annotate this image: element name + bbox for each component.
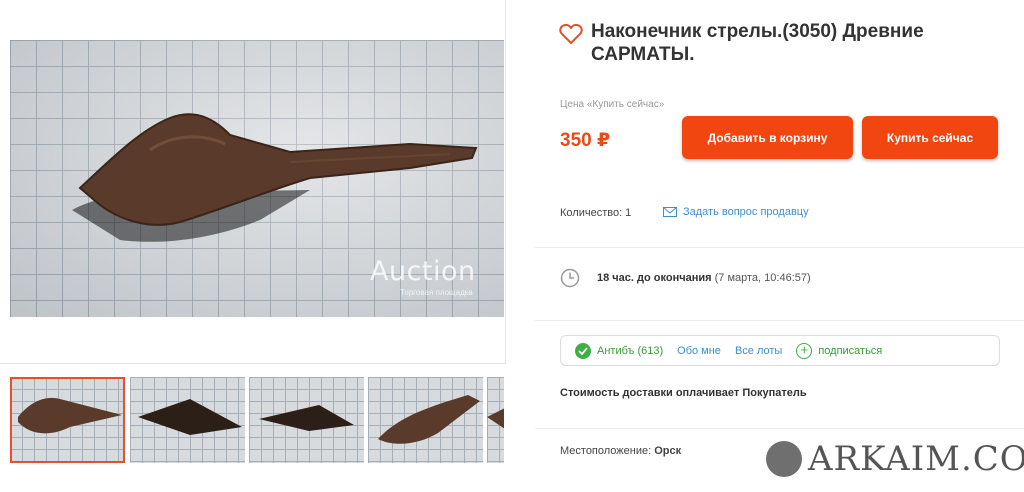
thumbnail-1[interactable] bbox=[10, 377, 125, 463]
lot-title: Наконечник стрелы.(3050) Древние САРМАТЫ… bbox=[591, 21, 924, 65]
ask-seller-label: Задать вопрос продавцу bbox=[683, 206, 809, 218]
check-icon bbox=[575, 342, 591, 359]
price-label: Цена «Купить сейчас» bbox=[560, 99, 665, 110]
heart-icon[interactable] bbox=[559, 23, 583, 45]
thumbnail-5[interactable] bbox=[487, 377, 504, 463]
add-to-cart-button[interactable]: Добавить в корзину bbox=[682, 116, 853, 159]
watermark-subtitle: Торговая площадка bbox=[400, 288, 473, 297]
brand-watermark: ARKAIM.CO bbox=[766, 439, 1024, 479]
plus-icon[interactable]: + bbox=[796, 342, 813, 359]
divider bbox=[535, 428, 1024, 429]
all-lots-link[interactable]: Все лоты bbox=[735, 345, 782, 357]
about-link[interactable]: Обо мне bbox=[677, 345, 721, 357]
end-date: (7 марта, 10:46:57) bbox=[714, 272, 811, 284]
time-left: 18 час. до окончания bbox=[597, 272, 712, 284]
price-value: 350 ₽ bbox=[560, 130, 611, 151]
watermark: Auction bbox=[370, 256, 476, 287]
location-value: Орск bbox=[654, 445, 682, 457]
thumbnail-4[interactable] bbox=[368, 377, 483, 463]
seller-box: Антибъ (613) Обо мне Все лоты + подписат… bbox=[560, 335, 1000, 366]
gallery-card: Auction Торговая площадка bbox=[0, 0, 506, 463]
buy-now-button[interactable]: Купить сейчас bbox=[862, 116, 998, 159]
delivery-note: Стоимость доставки оплачивает Покупатель bbox=[560, 387, 807, 399]
divider bbox=[535, 320, 1024, 321]
clock-icon bbox=[560, 268, 580, 288]
location: Местоположение: Орск bbox=[560, 445, 681, 457]
brand-logo bbox=[766, 441, 802, 477]
subscribe-link[interactable]: подписаться bbox=[818, 345, 882, 357]
seller-name[interactable]: Антибъ (613) bbox=[597, 345, 663, 357]
ask-seller-link[interactable]: Задать вопрос продавцу bbox=[663, 206, 809, 218]
auction-end-info: 18 час. до окончания (7 марта, 10:46:57) bbox=[597, 272, 811, 284]
divider bbox=[535, 247, 1024, 248]
thumbnail-2[interactable] bbox=[130, 377, 245, 463]
thumbnail-3[interactable] bbox=[249, 377, 364, 463]
brand-name: ARKAIM.CO bbox=[808, 439, 1024, 479]
thumbnail-strip bbox=[10, 377, 504, 463]
main-photo[interactable]: Auction Торговая площадка bbox=[10, 40, 504, 317]
quantity-text: Количество: 1 bbox=[560, 207, 632, 219]
envelope-icon bbox=[663, 207, 677, 217]
location-label: Местоположение: bbox=[560, 445, 652, 457]
